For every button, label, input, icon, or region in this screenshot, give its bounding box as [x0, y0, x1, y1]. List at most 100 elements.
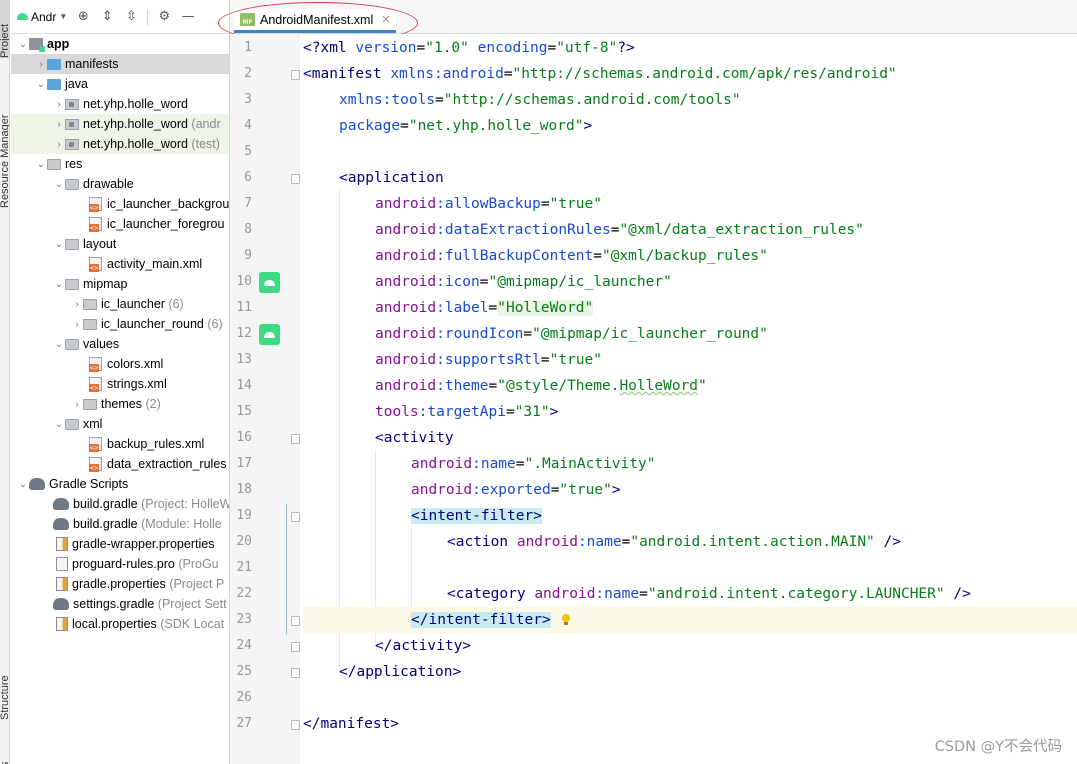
project-view-selector[interactable]: Andr ▼ [15, 8, 69, 26]
tree-item-hint: (andr [191, 117, 221, 131]
expanded-arrow-icon[interactable]: ⌄ [53, 174, 65, 194]
package-icon [65, 98, 79, 110]
tree-item-settings-gradle[interactable]: settings.gradle (Project Sett [11, 594, 229, 614]
resource-manager-tool-tab[interactable]: Resource Manager [0, 88, 9, 208]
tree-item-colors[interactable]: colors.xml [11, 354, 229, 374]
expanded-arrow-icon[interactable]: ⌄ [35, 154, 47, 174]
fold-marker-icon[interactable] [291, 642, 300, 652]
line-number: 1 [244, 40, 252, 55]
tree-item-strings[interactable]: strings.xml [11, 374, 229, 394]
tree-item-proguard-rules[interactable]: proguard-rules.pro (ProGu [11, 554, 229, 574]
line-number: 5 [244, 144, 252, 159]
folder-icon [65, 418, 79, 430]
namespace: android [411, 482, 473, 498]
tree-item-xml[interactable]: ⌄ xml [11, 414, 229, 434]
namespace: android [375, 326, 437, 342]
fold-marker-icon[interactable] [291, 174, 300, 184]
code-line-12: android:roundIcon="@mipmap/ic_launcher_r… [303, 321, 1077, 347]
collapsed-arrow-icon[interactable]: › [53, 94, 65, 114]
code-line-27: </manifest> [303, 711, 1077, 737]
fold-marker-icon[interactable] [291, 512, 300, 522]
tree-item-res[interactable]: ⌄ res [11, 154, 229, 174]
tab-android-manifest[interactable]: MF AndroidManifest.xml ✕ [234, 9, 397, 33]
locate-file-button[interactable]: ⊕ [73, 7, 93, 27]
collapsed-arrow-icon[interactable]: › [53, 114, 65, 134]
expanded-arrow-icon[interactable]: ⌄ [53, 234, 65, 254]
tree-item-manifests[interactable]: › manifests [11, 54, 229, 74]
expanded-arrow-icon[interactable]: ⌄ [17, 474, 29, 494]
project-tool-tab[interactable]: Project [0, 0, 9, 58]
structure-tool-tab[interactable]: Structure [0, 640, 9, 720]
collapsed-arrow-icon[interactable]: › [35, 54, 47, 74]
collapsed-arrow-icon[interactable]: › [71, 314, 83, 334]
tree-item-ic-launcher[interactable]: › ic_launcher (6) [11, 294, 229, 314]
lightbulb-icon[interactable] [561, 614, 571, 626]
folder-icon [83, 298, 97, 310]
folder-icon [47, 78, 61, 90]
android-icon [17, 13, 28, 20]
tree-item-label: strings.xml [107, 377, 167, 391]
close-icon[interactable]: ✕ [381, 13, 390, 26]
tree-item-data-extraction-rules[interactable]: data_extraction_rules [11, 454, 229, 474]
tree-item-drawable[interactable]: ⌄ drawable [11, 174, 229, 194]
attr-value-typo: HolleWord [619, 378, 699, 394]
tree-item-package-main[interactable]: › net.yhp.holle_word [11, 94, 229, 114]
expanded-arrow-icon[interactable]: ⌄ [53, 274, 65, 294]
tree-item-app[interactable]: ⌄ app [11, 34, 229, 54]
tree-item-build-gradle-project[interactable]: build.gradle (Project: HolleW [11, 494, 229, 514]
tag-close: > [549, 404, 559, 420]
expanded-arrow-icon[interactable]: ⌄ [53, 334, 65, 354]
tree-item-package-androidtest[interactable]: › net.yhp.holle_word (andr [11, 114, 229, 134]
folder-icon [65, 278, 79, 290]
tree-item-layout[interactable]: ⌄ layout [11, 234, 229, 254]
hide-panel-button[interactable]: — [178, 7, 198, 27]
options-button[interactable]: ⚙ [154, 7, 174, 27]
collapsed-arrow-icon[interactable]: › [71, 394, 83, 414]
attr-name: tools [391, 92, 436, 108]
minimize-icon: — [181, 9, 195, 24]
collapsed-arrow-icon[interactable]: › [71, 294, 83, 314]
fold-marker-icon[interactable] [291, 616, 300, 626]
fold-marker-icon[interactable] [291, 720, 300, 730]
punct: = [515, 456, 525, 472]
tree-item-build-gradle-module[interactable]: build.gradle (Module: Holle [11, 514, 229, 534]
tree-item-local-properties[interactable]: local.properties (SDK Locat [11, 614, 229, 634]
code-line-22: <category android:name="android.intent.c… [303, 581, 1077, 607]
favorites-tool-tab[interactable]: Fes [0, 740, 9, 764]
line-number: 15 [236, 404, 252, 419]
tree-item-values[interactable]: ⌄ values [11, 334, 229, 354]
attr-value: " [698, 378, 707, 394]
expand-all-button[interactable]: ⇕ [97, 7, 117, 27]
attr-value: "@xml/data_extraction_rules" [619, 222, 864, 238]
fold-marker-icon[interactable] [291, 70, 300, 80]
tag-close: </activity> [375, 638, 472, 654]
tree-item-mipmap[interactable]: ⌄ mipmap [11, 274, 229, 294]
tree-item-package-test[interactable]: › net.yhp.holle_word (test) [11, 134, 229, 154]
code-line-20: <action android:name="android.intent.act… [303, 529, 1077, 555]
attr-value: "@mipmap/ic_launcher" [488, 274, 672, 290]
expanded-arrow-icon[interactable]: ⌄ [35, 74, 47, 94]
android-round-launcher-icon[interactable] [259, 324, 280, 345]
tree-item-gradle-scripts[interactable]: ⌄ Gradle Scripts [11, 474, 229, 494]
tree-item-backup-rules[interactable]: backup_rules.xml [11, 434, 229, 454]
tree-item-activity-main[interactable]: activity_main.xml [11, 254, 229, 274]
tree-item-gradle-wrapper-properties[interactable]: gradle-wrapper.properties [11, 534, 229, 554]
code-editor[interactable]: 1 2 3 4 5 6 7 8 9 10 11 12 13 14 15 16 1… [230, 34, 1077, 764]
android-launcher-icon[interactable] [259, 272, 280, 293]
toolbar-separator [147, 8, 149, 25]
expanded-arrow-icon[interactable]: ⌄ [53, 414, 65, 434]
tag-open: <category [447, 586, 535, 602]
expanded-arrow-icon[interactable]: ⌄ [17, 34, 29, 54]
tree-item-gradle-properties[interactable]: gradle.properties (Project P [11, 574, 229, 594]
collapsed-arrow-icon[interactable]: › [53, 134, 65, 154]
tree-item-ic-launcher-background[interactable]: ic_launcher_backgrou [11, 194, 229, 214]
fold-marker-icon[interactable] [291, 434, 300, 444]
collapse-all-button[interactable]: ⇳ [121, 7, 141, 27]
namespace: android [516, 534, 578, 550]
punct: = [479, 274, 489, 290]
tree-item-themes[interactable]: › themes (2) [11, 394, 229, 414]
tree-item-ic-launcher-foreground[interactable]: ic_launcher_foregrou [11, 214, 229, 234]
fold-marker-icon[interactable] [291, 668, 300, 678]
tree-item-java[interactable]: ⌄ java [11, 74, 229, 94]
tree-item-ic-launcher-round[interactable]: › ic_launcher_round (6) [11, 314, 229, 334]
